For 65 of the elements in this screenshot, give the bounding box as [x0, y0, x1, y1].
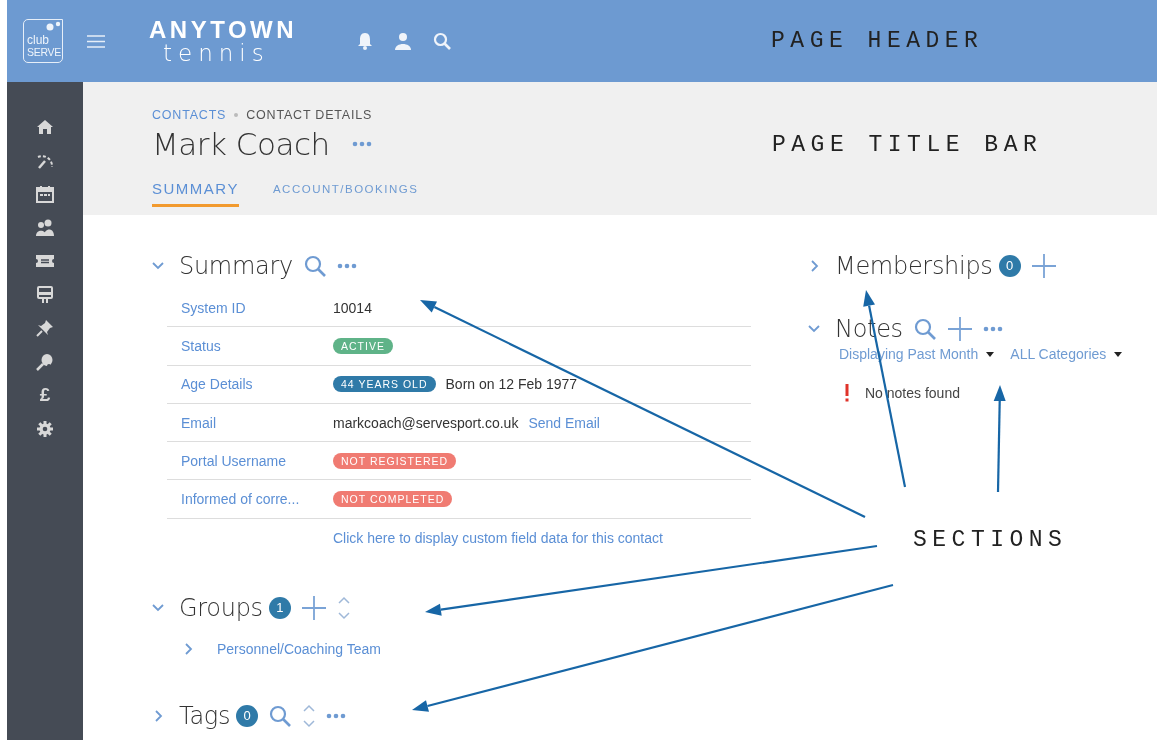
field-label: Email — [180, 414, 217, 431]
breadcrumb-link[interactable]: CONTACTS — [152, 108, 227, 122]
field-label: Status — [180, 337, 222, 354]
search-icon[interactable] — [268, 704, 293, 729]
add-icon[interactable] — [1030, 253, 1057, 279]
more-icon[interactable] — [326, 713, 347, 720]
bell-icon[interactable] — [357, 32, 374, 50]
tab[interactable]: SUMMARY — [152, 180, 239, 207]
section-title: Groups — [179, 594, 263, 623]
tab[interactable]: ACCOUNT/BOOKINGS — [272, 180, 419, 207]
count-badge: 0 — [998, 255, 1021, 277]
pin-icon[interactable] — [36, 319, 54, 337]
breadcrumb-current: CONTACT DETAILS — [246, 108, 373, 122]
field-value: 10014 — [333, 299, 372, 316]
warning-icon — [845, 384, 849, 402]
custom-fields-link[interactable]: Click here to display custom field data for this contact — [333, 529, 663, 546]
more-icon[interactable] — [982, 326, 1003, 332]
annotation-label: PAGE HEADER — [771, 28, 984, 54]
people-icon[interactable] — [35, 218, 55, 237]
status-badge: ACTIVE — [333, 337, 393, 354]
status-badge: NOT COMPLETED — [333, 491, 453, 508]
more-icon[interactable] — [336, 263, 357, 269]
sort-icon[interactable] — [302, 703, 317, 730]
logo[interactable]: club SERVE — [23, 19, 63, 63]
user-icon[interactable] — [395, 32, 412, 50]
calendar-icon[interactable] — [36, 185, 54, 203]
add-icon[interactable] — [946, 316, 973, 342]
racket-icon[interactable] — [36, 352, 54, 371]
count-badge: 1 — [268, 597, 291, 620]
breadcrumb-separator — [234, 113, 239, 117]
sort-icon[interactable] — [336, 595, 351, 622]
status-badge: NOT REGISTERED — [333, 452, 457, 469]
pound-sign[interactable]: £ — [39, 386, 51, 404]
section-title: Memberships — [835, 252, 993, 280]
page-title: Mark Coach — [152, 126, 330, 162]
ticket-icon[interactable] — [35, 252, 55, 270]
field-label: Informed of corre... — [180, 491, 301, 508]
sign-icon[interactable] — [36, 285, 54, 304]
field-value: markcoach@servesport.co.uk — [333, 414, 519, 431]
group-link[interactable]: Personnel/Coaching Team — [217, 641, 381, 658]
count-badge: 0 — [236, 705, 259, 728]
search-icon[interactable] — [302, 254, 327, 278]
home-icon[interactable] — [36, 118, 54, 136]
section-title: Tags — [179, 702, 231, 731]
caret-down-icon[interactable] — [986, 351, 995, 357]
empty-message: No notes found — [865, 385, 960, 401]
status-badge: 44 YEARS OLD — [333, 376, 436, 393]
annotation-label: SECTIONS — [913, 527, 1068, 553]
category-filter-dropdown[interactable]: ALL Categories — [1010, 346, 1107, 362]
caret-down-icon[interactable] — [1114, 351, 1123, 357]
menu-icon[interactable] — [87, 34, 105, 48]
brand-name: ANYTOWN — [149, 18, 298, 42]
settings-icon[interactable] — [36, 419, 54, 438]
field-value: Born on 12 Feb 1977 — [445, 376, 578, 393]
search-icon[interactable] — [912, 317, 937, 341]
field-label: Age Details — [180, 376, 254, 393]
field-label: System ID — [180, 299, 247, 316]
search-icon[interactable] — [433, 32, 452, 50]
field-label: Portal Username — [180, 452, 288, 469]
brand-subtitle: tennis — [163, 42, 270, 64]
add-icon[interactable] — [300, 595, 327, 622]
annotation-label: PAGE TITLE BAR — [772, 132, 1043, 158]
more-icon[interactable] — [351, 141, 372, 147]
section-title: Summary — [179, 252, 293, 280]
send-email-link[interactable]: Send Email — [528, 414, 600, 431]
